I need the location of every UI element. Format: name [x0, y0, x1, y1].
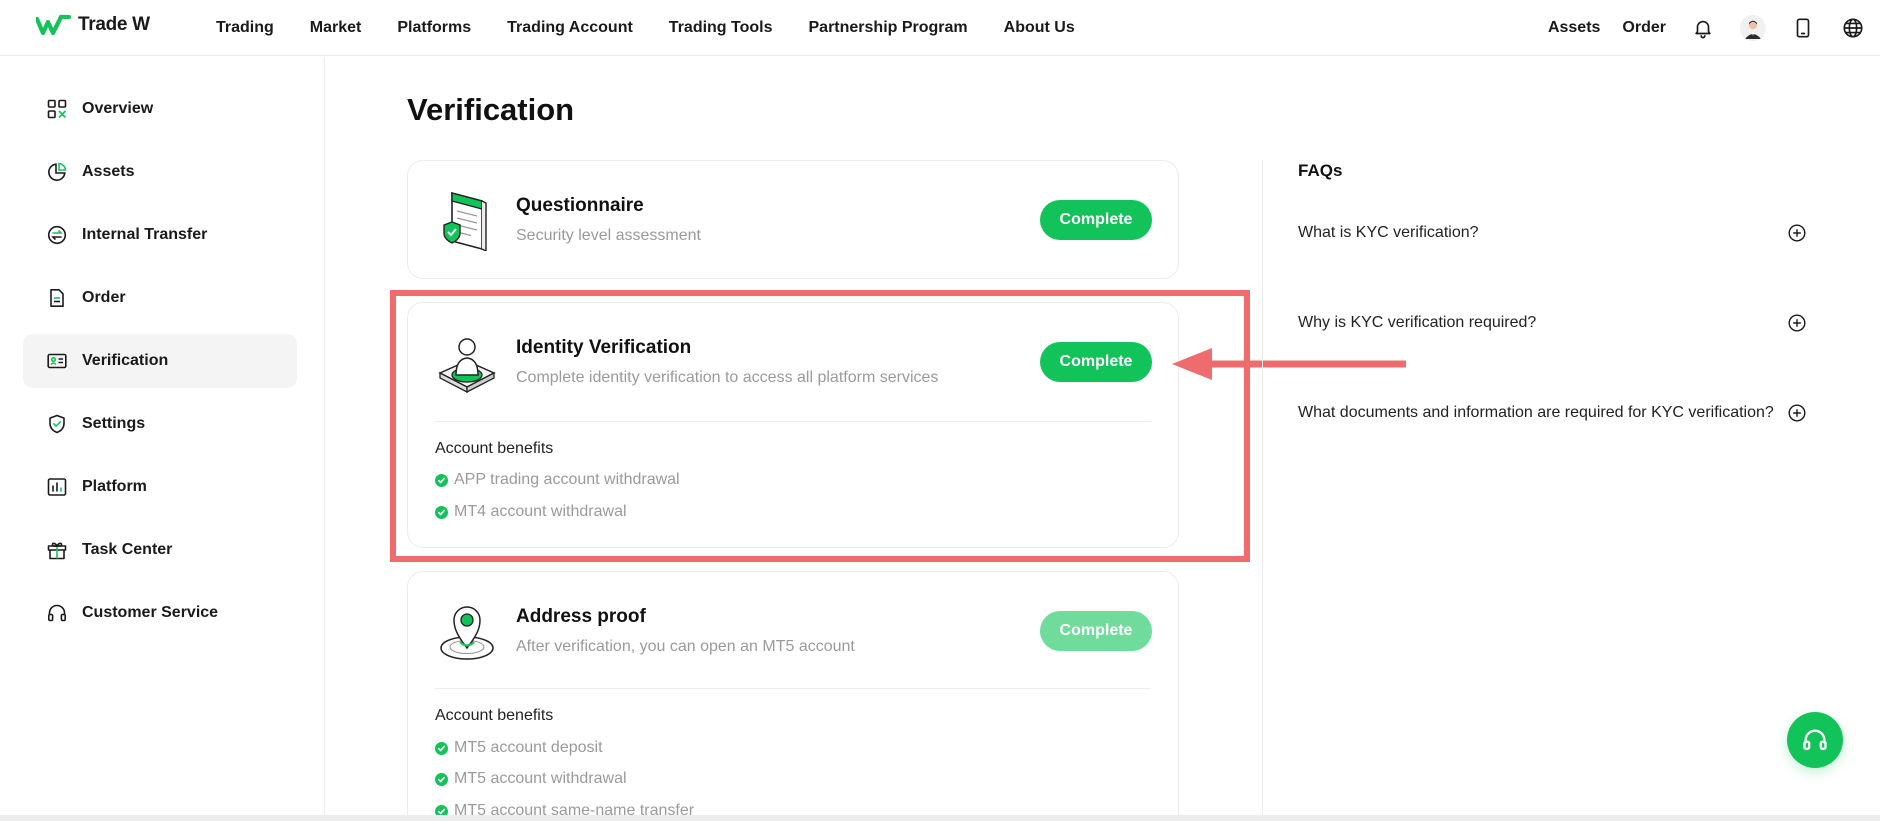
nav-partnership-program[interactable]: Partnership Program: [809, 19, 968, 37]
nav-trading[interactable]: Trading: [216, 19, 274, 37]
bar-chart-icon: [46, 476, 68, 498]
sidebar-item-label: Overview: [82, 100, 154, 117]
address-illustration: [440, 606, 494, 660]
plus-circle-icon: [1788, 224, 1806, 242]
benefit-label: MT5 account deposit: [454, 739, 603, 756]
sidebar-item-label: Customer Service: [82, 604, 219, 621]
sidebar-item-platform[interactable]: Platform: [23, 460, 297, 514]
sidebar-item-label: Settings: [82, 415, 146, 432]
address-complete-button[interactable]: Complete: [1040, 611, 1152, 651]
faq-title: FAQs: [1298, 161, 1343, 180]
pie-chart-icon: [46, 161, 68, 183]
sidebar-item-label: Internal Transfer: [82, 226, 208, 243]
sidebar-item-label: Platform: [82, 478, 147, 495]
faq-question: What documents and information are requi…: [1298, 404, 1774, 421]
highlight-box: [390, 290, 1250, 562]
logo[interactable]: Trade W: [36, 14, 150, 36]
logo-text: Trade W: [78, 14, 150, 35]
plus-circle-icon: [1788, 404, 1806, 422]
sidebar-item-label: Order: [82, 289, 126, 306]
sidebar-item-label: Verification: [82, 352, 169, 369]
logo-icon: [36, 14, 72, 36]
gift-icon: [46, 539, 68, 561]
grid-icon: [46, 98, 68, 120]
sidebar-item-customer-service[interactable]: Customer Service: [23, 586, 297, 640]
benefit-item: MT5 account withdrawal: [435, 770, 627, 788]
questionnaire-card: Questionnaire Security level assessment …: [407, 160, 1179, 279]
sidebar-item-label: Assets: [82, 163, 135, 180]
faq-question: Why is KYC verification required?: [1298, 314, 1537, 331]
sidebar-item-label: Task Center: [82, 541, 173, 558]
nav-about-us[interactable]: About Us: [1004, 19, 1075, 37]
support-chat-button[interactable]: [1787, 712, 1843, 768]
card-title: Address proof: [516, 606, 646, 627]
benefits-title: Account benefits: [435, 707, 554, 724]
bell-icon[interactable]: [1690, 15, 1716, 41]
globe-icon[interactable]: [1840, 15, 1866, 41]
top-assets-link[interactable]: Assets: [1548, 19, 1600, 37]
transfer-icon: [46, 224, 68, 246]
annotation-arrow: [1172, 348, 1406, 380]
nav-trading-tools[interactable]: Trading Tools: [669, 19, 773, 37]
content-divider: [1262, 160, 1263, 820]
shield-icon: [46, 413, 68, 435]
faq-question: What is KYC verification?: [1298, 224, 1479, 241]
benefit-label: MT5 account withdrawal: [454, 770, 627, 787]
address-proof-card: Address proof After verification, you ca…: [407, 571, 1179, 821]
benefit-item: MT5 account deposit: [435, 739, 603, 757]
questionnaire-complete-button[interactable]: Complete: [1040, 200, 1152, 240]
sidebar-item-overview[interactable]: Overview: [23, 82, 297, 136]
top-right-actions: Assets Order: [1548, 0, 1866, 56]
avatar[interactable]: [1740, 15, 1766, 41]
top-order-link[interactable]: Order: [1622, 19, 1666, 37]
questionnaire-illustration: [443, 191, 487, 251]
faq-item[interactable]: What is KYC verification?: [1298, 224, 1806, 242]
id-card-icon: [46, 350, 68, 372]
horizontal-scrollbar[interactable]: [0, 815, 1880, 821]
sidebar-item-order[interactable]: Order: [23, 271, 297, 325]
card-divider: [435, 688, 1151, 689]
main-nav: Trading Market Platforms Trading Account…: [216, 0, 1111, 56]
plus-circle-icon: [1788, 314, 1806, 332]
sidebar-item-verification[interactable]: Verification: [23, 334, 297, 388]
faq-item[interactable]: What documents and information are requi…: [1298, 404, 1806, 422]
page-title: Verification: [407, 92, 575, 127]
check-icon: [435, 741, 448, 755]
card-subtitle: Security level assessment: [516, 227, 701, 244]
faq-item[interactable]: Why is KYC verification required?: [1298, 314, 1806, 332]
nav-platforms[interactable]: Platforms: [397, 19, 471, 37]
document-icon: [46, 287, 68, 309]
card-subtitle: After verification, you can open an MT5 …: [516, 638, 855, 655]
headset-icon: [46, 602, 68, 624]
sidebar-item-task-center[interactable]: Task Center: [23, 523, 297, 577]
nav-market[interactable]: Market: [310, 19, 362, 37]
top-navigation-bar: Trade W Trading Market Platforms Trading…: [0, 0, 1880, 56]
sidebar: Overview Assets Internal Transfer Order: [0, 57, 325, 817]
headset-icon: [1803, 729, 1827, 750]
sidebar-item-internal-transfer[interactable]: Internal Transfer: [23, 208, 297, 262]
nav-trading-account[interactable]: Trading Account: [507, 19, 633, 37]
phone-icon[interactable]: [1790, 15, 1816, 41]
card-title: Questionnaire: [516, 195, 644, 216]
sidebar-item-assets[interactable]: Assets: [23, 145, 297, 199]
sidebar-item-settings[interactable]: Settings: [23, 397, 297, 451]
check-icon: [435, 772, 448, 786]
